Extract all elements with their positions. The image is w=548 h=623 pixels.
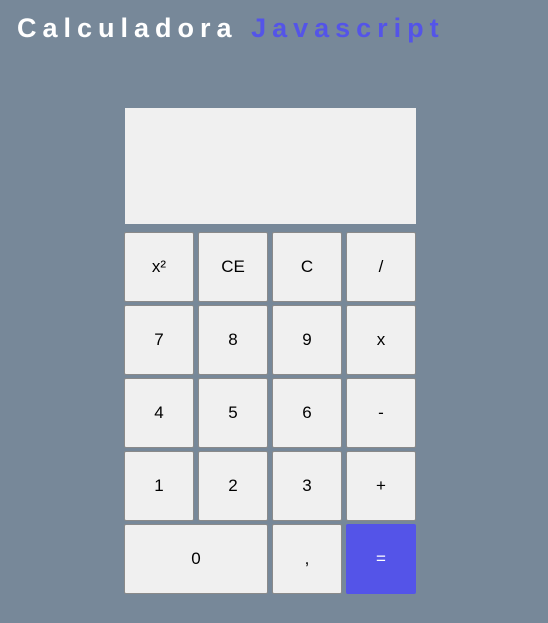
clear-entry-button[interactable]: CE [198, 232, 268, 302]
digit-4-button[interactable]: 4 [124, 378, 194, 448]
digit-5-button[interactable]: 5 [198, 378, 268, 448]
multiply-button[interactable]: x [346, 305, 416, 375]
subtract-button[interactable]: - [346, 378, 416, 448]
digit-2-button[interactable]: 2 [198, 451, 268, 521]
digit-1-button[interactable]: 1 [124, 451, 194, 521]
page-title: Calculadora Javascript [17, 13, 445, 44]
add-button[interactable]: + [346, 451, 416, 521]
calculator-display [125, 108, 416, 224]
digit-3-button[interactable]: 3 [272, 451, 342, 521]
decimal-button[interactable]: , [272, 524, 342, 594]
keypad: x² CE C / 7 8 9 x 4 5 6 - 1 2 3 + 0 , = [124, 232, 416, 594]
digit-6-button[interactable]: 6 [272, 378, 342, 448]
digit-0-button[interactable]: 0 [124, 524, 268, 594]
title-part2: Javascript [251, 13, 445, 43]
equals-button[interactable]: = [346, 524, 416, 594]
clear-button[interactable]: C [272, 232, 342, 302]
digit-8-button[interactable]: 8 [198, 305, 268, 375]
title-part1: Calculadora [17, 13, 238, 43]
divide-button[interactable]: / [346, 232, 416, 302]
digit-9-button[interactable]: 9 [272, 305, 342, 375]
digit-7-button[interactable]: 7 [124, 305, 194, 375]
square-button[interactable]: x² [124, 232, 194, 302]
